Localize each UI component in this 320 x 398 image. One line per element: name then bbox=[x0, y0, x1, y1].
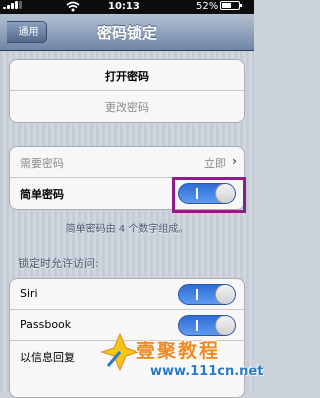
siri-label: Siri bbox=[20, 287, 38, 300]
turn-passcode-on-cell[interactable]: 打开密码 bbox=[10, 60, 244, 91]
toggle-knob[interactable] bbox=[215, 285, 235, 304]
require-passcode-value: 立即 bbox=[204, 157, 226, 170]
reply-with-message-label: 以信息回复 bbox=[20, 351, 75, 364]
watermark-logo-icon bbox=[100, 332, 140, 372]
navigation-bar: 通用 密码锁定 bbox=[0, 14, 254, 51]
signal-icon bbox=[3, 1, 25, 9]
status-time: 10:13 bbox=[108, 1, 140, 12]
require-passcode-cell[interactable]: 需要密码 立即 › bbox=[10, 147, 244, 178]
simple-passcode-footnote: 简单密码由 4 个数字组成。 bbox=[65, 224, 189, 235]
change-passcode-cell[interactable]: 更改密码 bbox=[10, 91, 244, 122]
toggle-on-mark bbox=[196, 289, 198, 300]
passcode-actions-group: 打开密码 更改密码 bbox=[9, 59, 245, 123]
site-watermark: 壹聚教程 www.111cn.net bbox=[100, 328, 263, 392]
battery-percent: 52% bbox=[196, 1, 219, 12]
require-passcode-label: 需要密码 bbox=[20, 157, 64, 170]
highlight-box bbox=[172, 177, 246, 213]
battery-icon bbox=[220, 1, 243, 10]
back-button-label: 通用 bbox=[18, 27, 39, 38]
wifi-icon bbox=[66, 1, 80, 12]
simple-passcode-label: 简单密码 bbox=[20, 188, 64, 201]
siri-toggle[interactable] bbox=[178, 284, 236, 305]
siri-cell: Siri bbox=[10, 279, 244, 310]
watermark-url: www.111cn.net bbox=[150, 364, 264, 379]
change-passcode-label: 更改密码 bbox=[105, 101, 149, 114]
status-bar: 10:13 52% bbox=[0, 0, 254, 14]
allow-access-header: 锁定时允许访问: bbox=[18, 257, 99, 270]
watermark-text: 壹聚教程 bbox=[136, 340, 221, 362]
chevron-right-icon: › bbox=[232, 154, 237, 168]
turn-passcode-on-label: 打开密码 bbox=[105, 70, 149, 83]
passbook-label: Passbook bbox=[20, 318, 72, 331]
